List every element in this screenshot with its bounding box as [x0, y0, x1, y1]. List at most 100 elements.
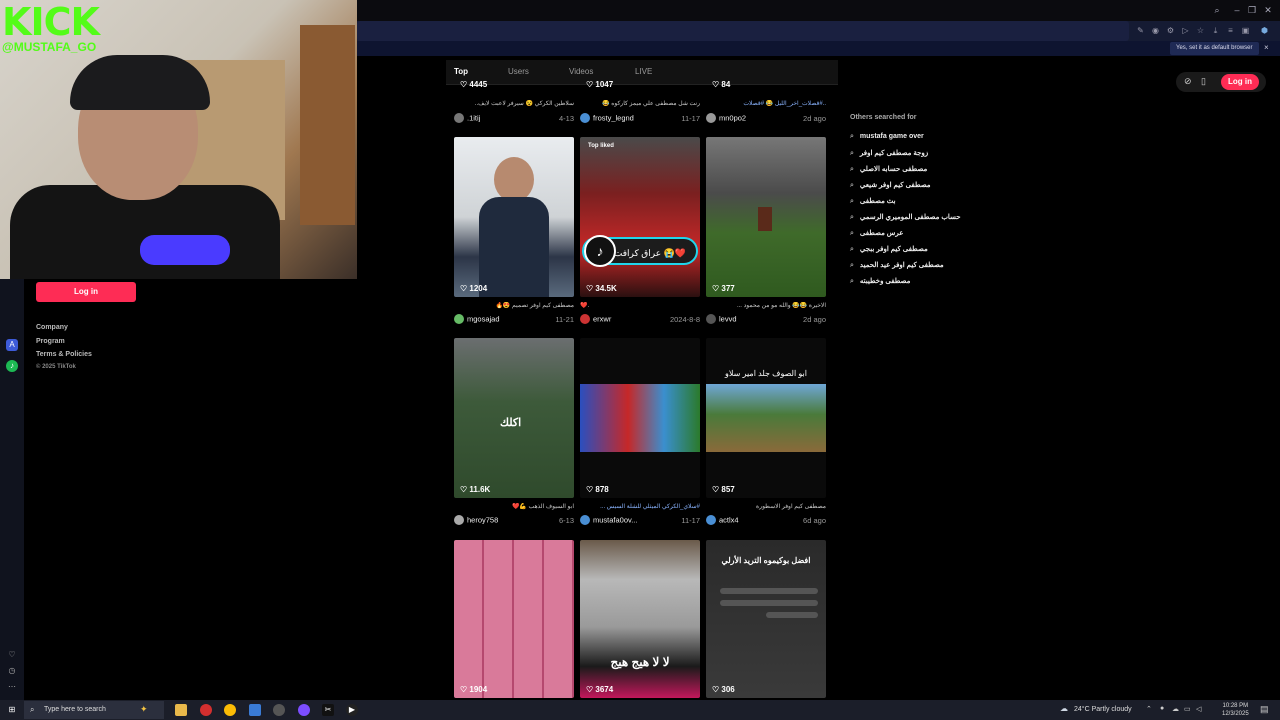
close-window-icon[interactable]: ✕	[1263, 5, 1273, 15]
username[interactable]: levvd	[719, 315, 737, 324]
footer-company[interactable]: Company	[36, 324, 68, 331]
opera-icon[interactable]	[200, 704, 212, 716]
username[interactable]: mustafa0ov...	[593, 516, 637, 525]
avatar[interactable]	[706, 314, 716, 325]
video-card[interactable]: ♡ 84 ..#قصلات_اخر_الليل 😂 #قصلات mn0po2 2…	[706, 78, 826, 128]
footer-terms[interactable]: Terms & Policies	[36, 351, 92, 358]
avatar[interactable]	[454, 113, 464, 124]
extension-icon[interactable]: ⬢	[1260, 26, 1269, 35]
video-card[interactable]: ♡ 1904	[454, 540, 574, 698]
edit-icon[interactable]: ✎	[1136, 26, 1145, 35]
video-thumbnail[interactable]: ♡ 1904	[454, 540, 574, 698]
app-icon[interactable]: A	[6, 339, 18, 351]
search-icon[interactable]: ⌕	[1212, 5, 1222, 15]
address-bar[interactable]	[357, 21, 1129, 41]
display-icon[interactable]: ▭	[1184, 705, 1191, 713]
windows-start-icon[interactable]: ⊞	[6, 704, 18, 716]
search-suggestion[interactable]: ⌕ مصطفى كيم اوفر ببجي	[850, 245, 928, 254]
discord-icon[interactable]	[298, 704, 310, 716]
mic-icon[interactable]: ●	[1160, 705, 1164, 712]
search-suggestion[interactable]: ⌕ عرس مصطفى	[850, 229, 903, 238]
tab-top[interactable]: Top	[454, 67, 468, 76]
header-login-button[interactable]: Log in	[1221, 74, 1259, 90]
menu-icon[interactable]: ≡	[1226, 26, 1235, 35]
username[interactable]: heroy758	[467, 516, 498, 525]
username[interactable]: mn0po2	[719, 114, 746, 123]
avatar[interactable]	[454, 515, 464, 526]
search-suggestion[interactable]: ⌕ حساب مصطفى الموميري الرسمي	[850, 213, 961, 222]
file-explorer-icon[interactable]	[175, 704, 187, 716]
video-card[interactable]: ابو الصوف جلد امير سلاو ♡ 857 مصطفى كيم …	[706, 338, 826, 530]
tab-users[interactable]: Users	[508, 67, 529, 76]
tab-live[interactable]: LIVE	[635, 67, 652, 76]
video-card[interactable]: ♡ 4445 سلاطين الكركي 😵 سيرفر لاعبت لايف.…	[454, 78, 574, 128]
banner-close-icon[interactable]: ×	[1264, 43, 1269, 52]
search-icon: ⌕	[850, 262, 854, 269]
notification-icon[interactable]: ▤	[1260, 704, 1269, 715]
chrome-icon[interactable]	[224, 704, 236, 716]
search-suggestion[interactable]: ⌕ مصطفى وخطيبته	[850, 277, 910, 286]
media-player-icon[interactable]: ▶	[346, 704, 358, 716]
video-thumbnail[interactable]: لا لا هيج هيج ♡ 3674	[580, 540, 700, 698]
video-card[interactable]: ♡ 377 الاخيرة 😂😂 والله مو من محمود ... l…	[706, 137, 826, 329]
search-suggestion[interactable]: ⌕ زوجة مصطفى كيم اوفر	[850, 149, 928, 158]
more-icon[interactable]: ⋯	[6, 681, 18, 693]
video-thumbnail[interactable]: افضل بوكيموه التريد الأرلي ♡ 306	[706, 540, 826, 698]
tab-videos[interactable]: Videos	[569, 67, 593, 76]
video-card[interactable]: اكلك ♡ 11.6K ابو السيوف الذهب 💪❤️ heroy7…	[454, 338, 574, 530]
camera-icon[interactable]: ◉	[1151, 26, 1160, 35]
clock-icon[interactable]: ◷	[6, 665, 18, 677]
capcut-icon[interactable]: ✂	[322, 704, 334, 716]
search-suggestion[interactable]: ⌕ مصطفى كيم اوفر شيعي	[850, 181, 931, 190]
search-suggestion[interactable]: ⌕ بث مصطفى	[850, 197, 896, 206]
chevron-up-icon[interactable]: ⌃	[1146, 705, 1152, 713]
star-icon[interactable]: ☆	[1196, 26, 1205, 35]
avatar[interactable]	[580, 113, 590, 124]
video-thumbnail[interactable]: ♡ 1204	[454, 137, 574, 297]
video-thumbnail[interactable]: ♡ 377	[706, 137, 826, 297]
video-thumbnail[interactable]: Top liked عراق كرافت 😭❤️ ♪ ♡ 34.5K	[580, 137, 700, 297]
username[interactable]: actlx4	[719, 516, 739, 525]
spotify-icon[interactable]: ♪	[6, 360, 18, 372]
avatar[interactable]	[706, 113, 716, 124]
video-card[interactable]: ♡ 1204 مصطفى كيم اوفر تصميم 😍🔥 mgosajad 1…	[454, 137, 574, 329]
footer-program[interactable]: Program	[36, 338, 65, 345]
video-thumbnail[interactable]: اكلك ♡ 11.6K	[454, 338, 574, 498]
avatar[interactable]	[580, 314, 590, 325]
login-button[interactable]: Log in	[36, 282, 136, 302]
video-card[interactable]: افضل بوكيموه التريد الأرلي ♡ 306	[706, 540, 826, 698]
weather-widget[interactable]: 24°C Partly cloudy	[1074, 706, 1132, 713]
video-thumbnail[interactable]: ابو الصوف جلد امير سلاو ♡ 857	[706, 338, 826, 498]
video-card[interactable]: ♡ 1047 رنت شل مصطفى علي ميمز كاركوه 😂 fr…	[580, 78, 700, 128]
sparkle-icon[interactable]: ✦	[140, 704, 148, 715]
obs-icon[interactable]	[273, 704, 285, 716]
avatar[interactable]	[454, 314, 464, 325]
settings-icon[interactable]: ⚙	[1166, 26, 1175, 35]
default-browser-banner[interactable]: Yes, set it as default browser	[1170, 42, 1259, 55]
lock-icon[interactable]: ▣	[1241, 26, 1250, 35]
avatar[interactable]	[706, 515, 716, 526]
taskbar-clock[interactable]: 10:28 PM 12/3/2025	[1222, 702, 1249, 718]
volume-icon[interactable]: ◁	[1196, 705, 1201, 713]
download-icon[interactable]: ⤓	[1211, 26, 1220, 35]
username[interactable]: .1itij	[467, 114, 480, 123]
video-card[interactable]: Top liked عراق كرافت 😭❤️ ♪ ♡ 34.5K ❤️. e…	[580, 137, 700, 329]
video-card[interactable]: لا لا هيج هيج ♡ 3674	[580, 540, 700, 698]
video-card[interactable]: ♡ 878 #سلاي_الكركي الميثلي للشلة السيس .…	[580, 338, 700, 530]
compass-icon[interactable]: ⊘	[1184, 76, 1192, 87]
username[interactable]: erxwr	[593, 315, 611, 324]
app-icon[interactable]	[249, 704, 261, 716]
phone-icon[interactable]: ▯	[1201, 76, 1206, 87]
minimize-icon[interactable]: –	[1232, 5, 1242, 15]
video-thumbnail[interactable]: ♡ 878	[580, 338, 700, 498]
maximize-icon[interactable]: ❐	[1247, 5, 1257, 15]
search-suggestion[interactable]: ⌕ مصطفى كيم اوفر عيد الحميد	[850, 261, 944, 270]
username[interactable]: frosty_legnd	[593, 114, 634, 123]
avatar[interactable]	[580, 515, 590, 526]
username[interactable]: mgosajad	[467, 315, 500, 324]
play-icon[interactable]: ▷	[1181, 26, 1190, 35]
search-suggestion[interactable]: ⌕ مصطفى حسابه الاصلي	[850, 165, 927, 174]
search-suggestion[interactable]: ⌕ mustafa game over	[850, 133, 924, 141]
heart-icon[interactable]: ♡	[6, 649, 18, 661]
cloud-icon[interactable]: ☁	[1172, 705, 1179, 713]
